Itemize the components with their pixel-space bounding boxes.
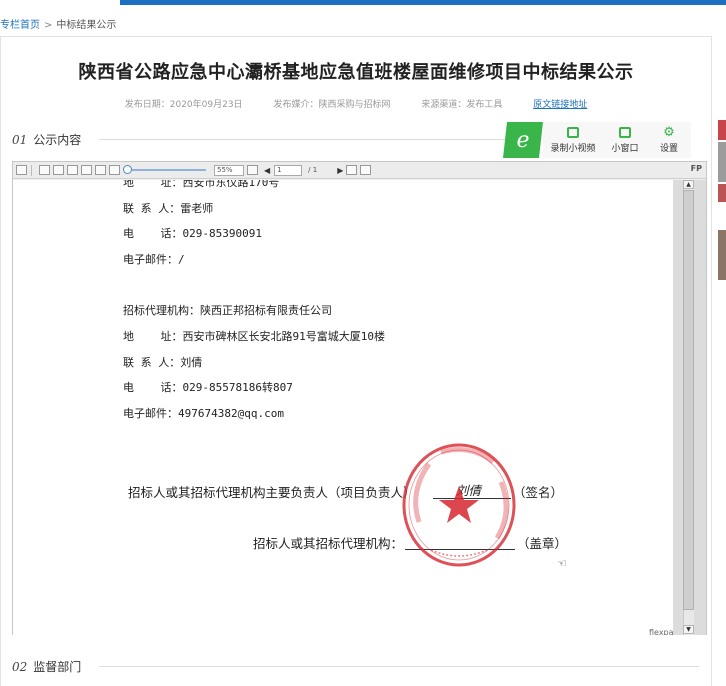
side-thumb[interactable] <box>718 230 726 280</box>
fullscreen-icon[interactable] <box>247 165 258 175</box>
flexpaper-brand: FP <box>690 164 702 173</box>
section-divider <box>99 139 520 140</box>
section-header-supervision: 02 监督部门 <box>12 658 700 675</box>
original-link[interactable]: 原文链接地址 <box>533 100 587 110</box>
single-page-icon[interactable] <box>39 165 50 175</box>
breadcrumb-separator: > <box>44 20 53 31</box>
company-seal-stamp <box>402 443 516 567</box>
thumbnail-icon[interactable] <box>67 165 78 175</box>
side-thumb[interactable] <box>718 120 726 140</box>
text-select-icon[interactable] <box>346 165 358 175</box>
doc-line: 地 址：西安市碑林区长安北路91号富城大厦10楼 <box>123 330 385 343</box>
section-number: 01 <box>12 132 28 147</box>
page-title: 陕西省公路应急中心灞桥基地应急值班楼屋面维修项目中标结果公示 <box>78 62 634 83</box>
publish-date: 发布日期：2020年09月23日 <box>124 100 243 110</box>
two-page-icon[interactable] <box>53 165 64 175</box>
next-page-icon[interactable]: ▶ <box>337 166 343 175</box>
mini-window-label: 小窗口 <box>611 143 639 154</box>
section-number: 02 <box>12 659 28 674</box>
section-label: 监督部门 <box>33 660 82 674</box>
section-label: 公示内容 <box>33 133 82 147</box>
doc-line: 联 系 人：雷老师 <box>123 202 214 215</box>
flexpaper-watermark: flexpaper <box>649 628 673 635</box>
pdf-viewer: 55% ◀ 1 / 1 ▶ FP 地 址：西安市东仪路170号 联 系 人：雷老… <box>12 161 707 635</box>
video-record-icon <box>567 126 579 138</box>
signature-suffix: （签名） <box>513 485 564 500</box>
zoom-slider[interactable] <box>123 165 206 174</box>
page-input[interactable]: 1 <box>274 164 303 176</box>
article-meta: 发布日期：2020年09月23日 发布媒介：陕西采购与招标网 来源渠道：发布工具… <box>0 97 712 110</box>
rotate-icon[interactable] <box>109 165 120 175</box>
fit-page-icon[interactable] <box>95 165 106 175</box>
section-header-content: 01 公示内容 <box>12 131 520 148</box>
side-thumb[interactable] <box>718 184 726 202</box>
gear-icon: ⚙ <box>663 124 675 140</box>
breadcrumb-home-link[interactable]: 专栏首页 <box>0 20 40 31</box>
record-video-button[interactable]: 录制小视频 <box>543 122 603 158</box>
source-channel: 来源渠道：发布工具 <box>421 100 503 110</box>
viewer-scrollbar[interactable]: ▲ ▼ <box>673 180 706 635</box>
doc-line: 招标代理机构：陕西正邦招标有限责任公司 <box>123 304 332 317</box>
breadcrumb: 专栏首页 > 中标结果公示 <box>0 16 116 31</box>
doc-line: 联 系 人：刘倩 <box>123 356 203 369</box>
document-page: 地 址：西安市东仪路170号 联 系 人：雷老师 电 话：029-8539009… <box>13 180 673 635</box>
toolbar-separator <box>31 164 32 176</box>
tv-window-icon <box>619 126 631 138</box>
mini-window-button[interactable]: 小窗口 <box>603 122 647 158</box>
settings-button[interactable]: ⚙ 设置 <box>647 122 691 158</box>
doc-line: 电 话：029-85578186转807 <box>123 381 293 394</box>
top-bar-gap <box>0 0 120 5</box>
signature-line-label: 招标人或其招标代理机构主要负责人（项目负责人） <box>128 485 416 500</box>
seal-line-label: 招标人或其招标代理机构： <box>253 536 404 551</box>
section-divider <box>99 666 700 667</box>
scroll-down-arrow-icon[interactable]: ▼ <box>683 625 694 634</box>
doc-line: 电子邮件：/ <box>123 253 185 266</box>
doc-line: 电子邮件：497674382@qq.com <box>123 407 284 420</box>
side-thumbnails <box>718 120 726 280</box>
side-thumb[interactable] <box>718 142 726 182</box>
settings-label: 设置 <box>659 143 678 154</box>
scrollbar-thumb[interactable] <box>683 190 694 610</box>
viewer-toolbar: 55% ◀ 1 / 1 ▶ FP <box>13 162 706 179</box>
print-icon[interactable] <box>16 165 27 175</box>
floating-toolbar: e 录制小视频 小窗口 ⚙ 设置 <box>503 122 691 158</box>
seal-suffix: （盖章） <box>517 536 568 551</box>
doc-line: 地 址：西安市东仪路170号 <box>123 180 280 189</box>
prev-page-icon[interactable]: ◀ <box>264 166 270 175</box>
hand-cursor-icon: ☜ <box>557 557 567 570</box>
page-total: / 1 <box>308 166 318 174</box>
record-video-label: 录制小视频 <box>550 143 596 154</box>
fit-width-icon[interactable] <box>81 165 92 175</box>
scroll-up-arrow-icon[interactable]: ▲ <box>683 180 694 189</box>
publish-media: 发布媒介：陕西采购与招标网 <box>273 100 391 110</box>
hand-tool-icon[interactable] <box>360 165 372 175</box>
zoom-slider-handle[interactable] <box>123 165 132 174</box>
doc-line: 电 话：029-85390091 <box>123 227 262 240</box>
browser-e-icon[interactable]: e <box>503 122 543 158</box>
zoom-input[interactable]: 55% <box>214 164 244 176</box>
breadcrumb-current: 中标结果公示 <box>56 20 117 31</box>
